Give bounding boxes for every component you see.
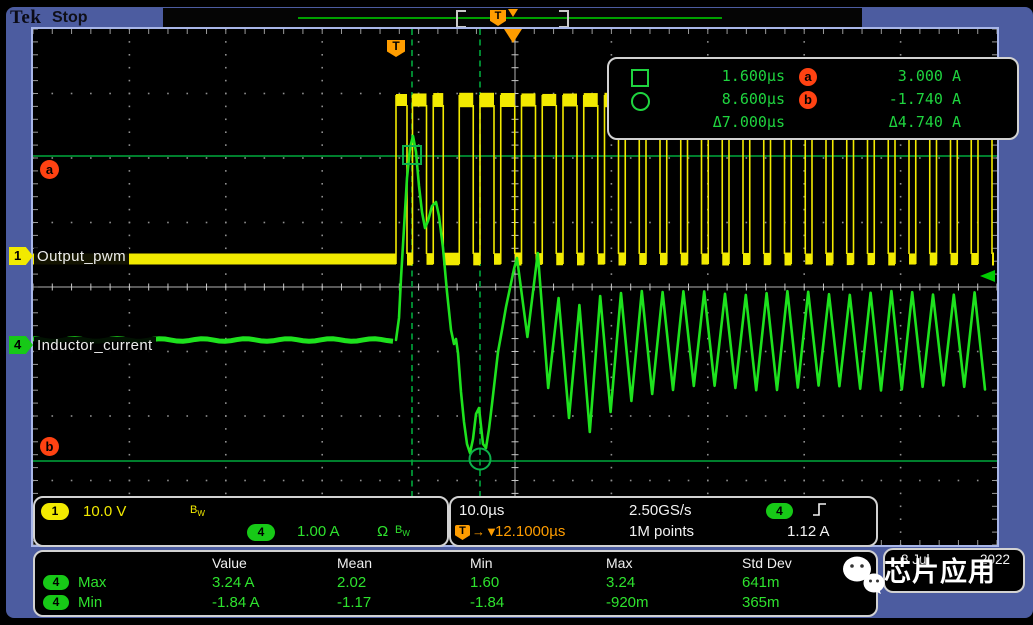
meas-row2-min: -1.84: [470, 594, 504, 611]
expansion-point-marker-icon: [504, 29, 522, 43]
square-cursor-icon: [631, 69, 649, 87]
trigger-level: 1.12 A: [787, 523, 830, 540]
meas-row1-max: 3.24: [606, 574, 635, 591]
trigger-slope-icon: [811, 501, 828, 518]
ch4-waveform-label: Inductor_current: [34, 337, 156, 355]
cursor-delta-amplitude: Δ4.740 A: [841, 113, 961, 131]
overview-waveform-line: [298, 17, 722, 19]
meas-row1-mean: 2.02: [337, 574, 366, 591]
zoom-window-right-bracket: [559, 10, 569, 28]
meas-header-min: Min: [470, 555, 493, 571]
horizontal-delay: 12.1000µs: [495, 523, 565, 540]
cursor-b-badge: b: [40, 437, 59, 456]
cursor-a-time: 1.600µs: [675, 67, 785, 85]
meas-row2-value: -1.84 A: [212, 594, 260, 611]
meas-row2-max: -920m: [606, 594, 649, 611]
tek-logo: Tek: [10, 7, 41, 29]
ch1-scale: 10.0 V: [83, 503, 126, 520]
circle-cursor-icon: [631, 92, 650, 111]
meas-header-value: Value: [212, 555, 247, 571]
measurement-table: Value Mean Min Max Std Dev 4 Max 3.24 A …: [33, 550, 878, 617]
channel-scale-panel: 1 10.0 V BW 4 1.00 A Ω BW: [33, 496, 449, 547]
cursor-a-badge-small: a: [799, 68, 817, 86]
cursor-a-badge: a: [40, 160, 59, 179]
meas-row1-stddev: 641m: [742, 574, 780, 591]
cursor-b-badge-small: b: [799, 91, 817, 109]
horizontal-trigger-panel: 10.0µs 2.50GS/s 4 T →▼ 12.1000µs 1M poin…: [449, 496, 878, 547]
zoom-window-left-bracket: [456, 10, 466, 28]
cursor-b-amplitude: -1.740 A: [841, 90, 961, 108]
ch4-coupling: Ω: [377, 523, 388, 540]
ch1-waveform-label: Output_pwm: [34, 248, 129, 266]
watermark-text: 芯片应用: [884, 558, 1026, 588]
meas-row2-name: Min: [78, 594, 102, 611]
meas-row1-value: 3.24 A: [212, 574, 255, 591]
meas-row2-ch-badge: 4: [43, 595, 69, 610]
meas-header-mean: Mean: [337, 555, 372, 571]
overview-position-marker-icon: [508, 9, 518, 17]
ch1-badge: 1: [41, 503, 69, 520]
meas-row2-stddev: 365m: [742, 594, 780, 611]
record-length: 1M points: [629, 523, 694, 540]
cursor-b-time: 8.600µs: [675, 90, 785, 108]
ch4-badge: 4: [247, 524, 275, 541]
cursor-delta-time: Δ7.000µs: [675, 113, 785, 131]
ch4-bandwidth-indicator: BW: [395, 524, 410, 538]
oscilloscope-screenshot: Tek Stop T T 1 4 a b Output_pwm Inductor…: [0, 0, 1033, 625]
meas-row1-ch-badge: 4: [43, 575, 69, 590]
ch4-scale: 1.00 A: [297, 523, 340, 540]
acquisition-status: Stop: [52, 9, 88, 27]
sample-rate: 2.50GS/s: [629, 502, 692, 519]
record-overview-strip: T: [163, 8, 862, 28]
delay-arrows-icon: →▼: [472, 524, 498, 539]
meas-row1-name: Max: [78, 574, 106, 591]
cursor-a-amplitude: 3.000 A: [841, 67, 961, 85]
horizontal-scale: 10.0µs: [459, 502, 504, 519]
meas-header-max: Max: [606, 555, 632, 571]
cursor-readout-panel: 1.600µs a 3.000 A 8.600µs b -1.740 A Δ7.…: [607, 57, 1019, 140]
meas-header-stddev: Std Dev: [742, 555, 792, 571]
ch1-bandwidth-indicator: BW: [190, 504, 205, 518]
delay-trigger-flag-icon: T: [455, 525, 470, 540]
meas-row2-mean: -1.17: [337, 594, 371, 611]
overview-trigger-flag-icon: T: [490, 10, 506, 26]
trigger-source-badge: 4: [766, 503, 793, 519]
meas-row1-min: 1.60: [470, 574, 499, 591]
